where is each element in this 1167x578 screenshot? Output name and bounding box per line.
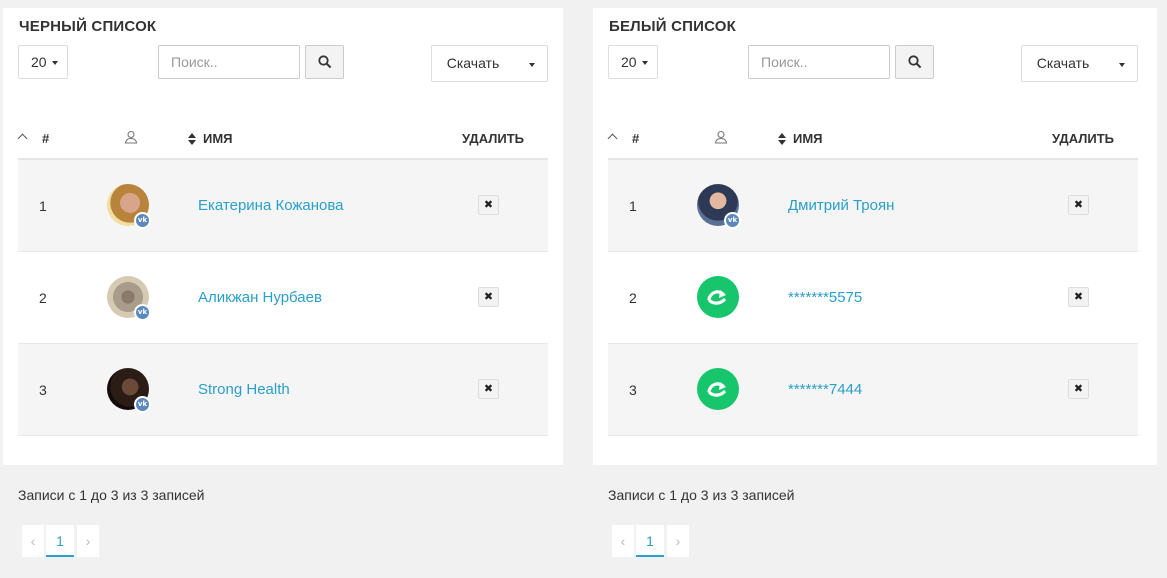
row-number: 1 xyxy=(629,198,637,214)
column-delete: УДАЛИТЬ xyxy=(1052,131,1114,146)
delete-button[interactable]: ✖ xyxy=(478,379,499,399)
chevron-down-icon xyxy=(642,61,648,65)
row-number: 3 xyxy=(39,382,47,398)
download-dropdown-toggle[interactable] xyxy=(514,45,548,82)
user-name-link[interactable]: *******7444 xyxy=(788,381,862,398)
panel-title: БЕЛЫЙ СПИСОК xyxy=(609,18,737,35)
page-1-button[interactable]: 1 xyxy=(46,525,74,557)
records-info: Записи с 1 до 3 из 3 записей xyxy=(608,487,795,503)
column-number[interactable]: # xyxy=(42,131,49,146)
delete-button[interactable]: ✖ xyxy=(478,195,499,215)
page-size-value: 20 xyxy=(621,54,637,70)
table-header: # ИМЯ УДАЛИТЬ xyxy=(17,123,548,160)
column-name[interactable]: ИМЯ xyxy=(778,131,823,146)
chevron-down-icon xyxy=(1119,63,1125,67)
column-delete: УДАЛИТЬ xyxy=(462,131,524,146)
download-dropdown-toggle[interactable] xyxy=(1104,45,1138,82)
download-button[interactable]: Скачать xyxy=(1021,45,1105,82)
sort-asc-icon[interactable] xyxy=(17,133,28,144)
whatsapp-icon xyxy=(697,276,739,318)
table-row: 3 *******7444 ✖ xyxy=(608,344,1138,436)
table-row: 2 *******5575 ✖ xyxy=(608,252,1138,344)
page-size-value: 20 xyxy=(31,54,47,70)
sort-asc-icon[interactable] xyxy=(607,133,618,144)
user-name-link[interactable]: *******5575 xyxy=(788,289,862,306)
vk-icon: vk xyxy=(134,304,151,321)
search-icon xyxy=(318,55,332,69)
search-button[interactable] xyxy=(305,45,344,79)
panel-title: ЧЕРНЫЙ СПИСОК xyxy=(19,18,157,35)
table-row: 1 vk Дмитрий Троян ✖ xyxy=(608,160,1138,252)
avatar[interactable]: vk xyxy=(107,368,151,413)
user-name-link[interactable]: Аликжан Нурбаев xyxy=(198,289,322,306)
row-number: 1 xyxy=(39,198,47,214)
table-header: # ИМЯ УДАЛИТЬ xyxy=(607,123,1138,160)
next-page-button[interactable]: › xyxy=(667,525,689,557)
column-name-label: ИМЯ xyxy=(203,131,233,146)
avatar[interactable]: vk xyxy=(107,276,151,321)
user-icon xyxy=(124,130,138,147)
search-button[interactable] xyxy=(895,45,934,79)
search-input[interactable] xyxy=(748,45,890,79)
table-row: 1 vk Екатерина Кожанова ✖ xyxy=(18,160,548,252)
avatar[interactable]: vk xyxy=(107,184,151,229)
prev-page-button[interactable]: ‹ xyxy=(22,525,44,557)
row-number: 2 xyxy=(39,290,47,306)
delete-button[interactable]: ✖ xyxy=(1068,379,1089,399)
user-name-link[interactable]: Дмитрий Троян xyxy=(788,197,894,214)
delete-button[interactable]: ✖ xyxy=(1068,195,1089,215)
page-1-button[interactable]: 1 xyxy=(636,525,664,557)
row-number: 3 xyxy=(629,382,637,398)
chevron-down-icon xyxy=(529,63,535,67)
row-number: 2 xyxy=(629,290,637,306)
avatar[interactable]: vk xyxy=(697,184,741,229)
table-row: 2 vk Аликжан Нурбаев ✖ xyxy=(18,252,548,344)
user-name-link[interactable]: Strong Health xyxy=(198,381,290,398)
page-size-select[interactable]: 20 xyxy=(18,45,68,79)
vk-icon: vk xyxy=(134,396,151,413)
download-button[interactable]: Скачать xyxy=(431,45,515,82)
table-row: 3 vk Strong Health ✖ xyxy=(18,344,548,436)
records-info: Записи с 1 до 3 из 3 записей xyxy=(18,487,205,503)
vk-icon: vk xyxy=(134,212,151,229)
column-number[interactable]: # xyxy=(632,131,639,146)
column-name[interactable]: ИМЯ xyxy=(188,131,233,146)
user-name-link[interactable]: Екатерина Кожанова xyxy=(198,197,344,214)
delete-button[interactable]: ✖ xyxy=(478,287,499,307)
chevron-down-icon xyxy=(52,61,58,65)
blacklist-panel: ЧЕРНЫЙ СПИСОК 20 Скачать # ИМЯ УДАЛИТЬ 1… xyxy=(3,8,563,465)
next-page-button[interactable]: › xyxy=(77,525,99,557)
whitelist-panel: БЕЛЫЙ СПИСОК 20 Скачать # ИМЯ УДАЛИТЬ 1 … xyxy=(593,8,1157,465)
prev-page-button[interactable]: ‹ xyxy=(612,525,634,557)
delete-button[interactable]: ✖ xyxy=(1068,287,1089,307)
page-size-select[interactable]: 20 xyxy=(608,45,658,79)
search-input[interactable] xyxy=(158,45,300,79)
whatsapp-icon xyxy=(697,368,739,410)
search-icon xyxy=(908,55,922,69)
column-name-label: ИМЯ xyxy=(793,131,823,146)
vk-icon: vk xyxy=(724,212,741,229)
user-icon xyxy=(714,130,728,147)
